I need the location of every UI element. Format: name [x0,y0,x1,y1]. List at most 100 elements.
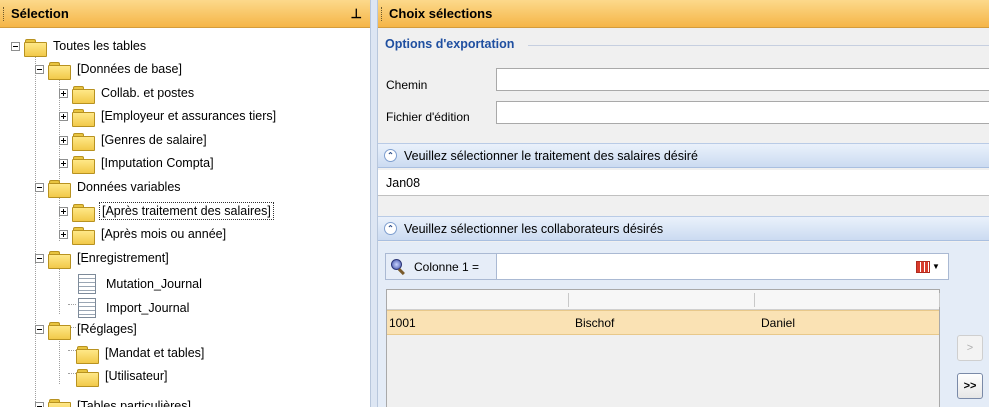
tree-connector [59,338,60,384]
salary-processing-selected: Jan08 [386,175,421,190]
folder-icon [48,398,71,407]
collapse-icon[interactable] [35,401,44,407]
tree-item-after-month-year[interactable]: [Après mois ou année] [59,224,228,245]
export-options-title: Options d'exportation [385,37,519,51]
tree-connector [35,54,36,406]
search-icon [390,258,408,276]
folder-icon [76,345,99,364]
selection-panel-title: Sélection [11,6,69,21]
expand-icon[interactable] [59,158,68,168]
folder-icon [76,368,99,387]
filter-column-label: Colonne 1 = [386,254,497,279]
folder-icon [48,179,71,198]
selection-panel: Sélection ⊥ Toutes les tables [Données d… [0,0,370,407]
employees-grid: 1001 Bischof Daniel [386,289,940,407]
salary-processing-section-header[interactable]: ⌃ Veuillez sélectionner le traitement de… [378,143,989,168]
tree-connector [68,304,76,305]
tree-item-base-data[interactable]: [Données de base] [35,59,184,80]
tree-item-user[interactable]: [Utilisateur] [76,366,170,387]
tree-item-label: Mutation_Journal [106,276,202,291]
choices-panel-title: Choix sélections [389,6,493,21]
employees-section-label: Veuillez sélectionner les collaborateurs… [404,221,664,236]
table-tree: Toutes les tables [Données de base] Coll… [0,36,370,407]
tree-item-label: Données variables [77,180,181,194]
grid-header [387,290,940,310]
tree-item-label: [Réglages] [77,322,137,336]
collapse-section-icon[interactable]: ⌃ [384,222,397,235]
tree-item-label: [Enregistrement] [77,251,169,265]
tree-item-variable-data[interactable]: Données variables [35,177,183,198]
column-separator[interactable] [939,293,940,307]
tree-item-recording[interactable]: [Enregistrement] [35,248,171,269]
salary-processing-value[interactable]: Jan08 [378,170,989,196]
tree-item-label: [Tables particulières] [77,399,191,407]
expand-icon[interactable] [59,229,68,239]
tree-connector [68,350,76,351]
collapse-section-icon[interactable]: ⌃ [384,149,397,162]
tree-item-employer-insurance[interactable]: [Employeur et assurances tiers] [59,106,278,127]
folder-icon [72,132,95,151]
folder-icon [72,226,95,245]
folder-icon [24,38,47,57]
folder-icon [48,250,71,269]
expand-icon[interactable] [59,135,68,145]
collapse-icon[interactable] [35,64,44,74]
move-selected-button[interactable]: > [957,335,983,361]
tree-item-accounting[interactable]: [Imputation Compta] [59,153,216,174]
expand-icon[interactable] [59,88,68,98]
tree-item-collab-postes[interactable]: Collab. et postes [59,83,196,104]
tree-item-salary-types[interactable]: [Genres de salaire] [59,130,209,151]
grip-handle[interactable] [381,6,384,21]
tree-item-label: [Utilisateur] [105,369,168,383]
tree-item-label: [Données de base] [77,62,182,76]
tree-item-after-salary-processing[interactable]: [Après traitement des salaires] [59,201,274,222]
panel-splitter[interactable] [370,0,378,407]
tree-item-label: [Après traitement des salaires] [99,202,274,220]
move-all-button[interactable]: >> [957,373,983,399]
folder-icon [72,85,95,104]
tree-item-special-tables[interactable]: [Tables particulières] [35,396,193,407]
tree-item-label: Collab. et postes [101,86,195,100]
table-row[interactable]: 1001 Bischof Daniel [387,310,939,335]
tree-item-mutation-journal[interactable]: Mutation_Journal [76,272,204,295]
column-chooser-button[interactable]: ▼ [908,254,948,279]
tree-connector [68,373,76,374]
employees-section-header[interactable]: ⌃ Veuillez sélectionner les collaborateu… [378,216,989,241]
tree-item-label: Import_Journal [106,300,190,315]
tree-item-mandate-tables[interactable]: [Mandat et tables] [76,343,206,364]
column-separator[interactable] [754,293,755,307]
tree-item-label: [Imputation Compta] [101,156,214,170]
tree-connector [59,268,60,314]
report-file-label: Fichier d'édition [386,110,470,124]
salary-processing-section-label: Veuillez sélectionner le traitement des … [404,148,698,163]
filter-bar: Colonne 1 = ▼ [385,253,949,280]
collapse-icon[interactable] [35,324,44,334]
path-input[interactable] [496,68,989,91]
chevron-down-icon: ▼ [932,262,940,271]
filter-input[interactable] [497,254,908,279]
folder-icon [48,321,71,340]
document-icon [78,273,96,294]
choices-panel: Choix sélections Options d'exportation C… [378,0,989,407]
tree-item-label: [Après mois ou année] [101,227,227,241]
tree-item-all-tables[interactable]: Toutes les tables [11,36,148,57]
selection-panel-header: Sélection ⊥ [0,0,370,28]
expand-icon[interactable] [59,206,68,216]
collapse-icon[interactable] [35,182,44,192]
pin-icon[interactable]: ⊥ [351,6,362,22]
tree-item-label: [Employeur et assurances tiers] [101,109,277,123]
tree-item-import-journal[interactable]: Import_Journal [76,296,191,319]
collapse-icon[interactable] [35,253,44,263]
choices-panel-header: Choix sélections [378,0,989,28]
report-file-input[interactable] [496,101,989,124]
expand-icon[interactable] [59,111,68,121]
folder-icon [72,203,95,222]
tree-item-settings[interactable]: [Réglages] [35,319,139,340]
column-separator[interactable] [568,293,569,307]
grip-handle[interactable] [3,6,6,21]
folder-icon [72,108,95,127]
collapse-icon[interactable] [11,41,20,51]
tree-item-label: [Mandat et tables] [105,346,205,360]
employee-number-cell: 1001 [389,316,416,330]
tree-item-label: [Genres de salaire] [101,133,207,147]
